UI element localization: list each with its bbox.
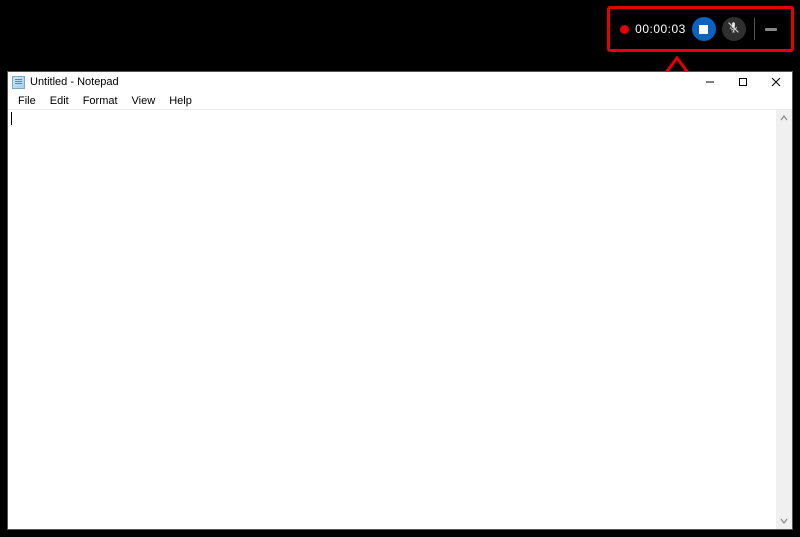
vertical-scrollbar[interactable] <box>776 110 792 529</box>
menu-edit[interactable]: Edit <box>44 94 75 108</box>
close-icon <box>771 77 781 87</box>
window-title: Untitled - Notepad <box>30 76 119 88</box>
stop-recording-button[interactable] <box>692 17 716 41</box>
recording-toolbar-inner: 00:00:03 <box>620 17 781 41</box>
mic-muted-icon <box>727 21 740 37</box>
text-editor[interactable] <box>8 110 776 529</box>
notepad-app-icon <box>12 76 25 89</box>
editor-area <box>8 110 792 529</box>
menu-format[interactable]: Format <box>77 94 124 108</box>
text-cursor <box>11 112 12 125</box>
menu-file[interactable]: File <box>12 94 42 108</box>
mic-mute-button[interactable] <box>722 17 746 41</box>
minimize-button[interactable] <box>693 72 726 92</box>
menu-help[interactable]: Help <box>163 94 198 108</box>
stop-icon <box>699 25 708 34</box>
record-indicator-icon <box>620 25 629 34</box>
recording-toolbar: 00:00:03 <box>607 6 794 52</box>
minimize-toolbar-button[interactable] <box>761 17 781 41</box>
maximize-icon <box>738 77 748 87</box>
minimize-icon <box>765 28 777 31</box>
recording-timer: 00:00:03 <box>635 22 686 36</box>
maximize-button[interactable] <box>726 72 759 92</box>
menubar: File Edit Format View Help <box>8 92 792 110</box>
window-controls <box>693 72 792 92</box>
menu-view[interactable]: View <box>126 94 162 108</box>
scroll-down-button[interactable] <box>776 513 792 529</box>
close-button[interactable] <box>759 72 792 92</box>
scroll-up-button[interactable] <box>776 110 792 126</box>
chevron-up-icon <box>780 113 788 123</box>
minimize-icon <box>705 77 715 87</box>
notepad-window: Untitled - Notepad File Edit Format View… <box>7 71 793 530</box>
chevron-down-icon <box>780 516 788 526</box>
titlebar[interactable]: Untitled - Notepad <box>8 72 792 92</box>
toolbar-separator <box>754 18 755 40</box>
